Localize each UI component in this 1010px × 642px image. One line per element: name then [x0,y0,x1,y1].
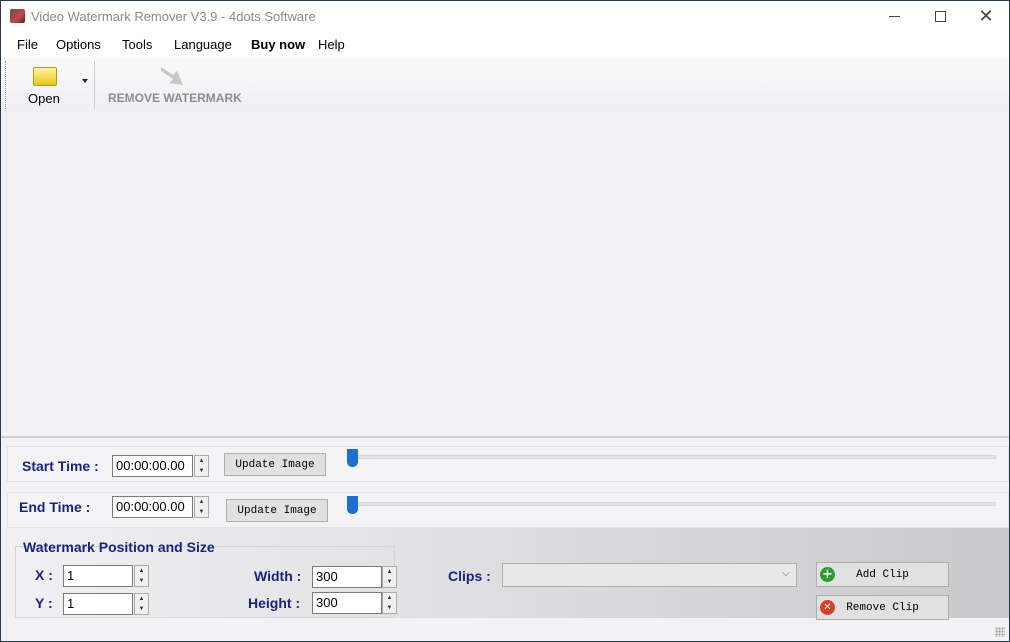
remove-clip-button[interactable]: ✕ Remove Clip [816,595,949,620]
end-update-image-button[interactable]: Update Image [226,499,328,522]
watermark-group-title: Watermark Position and Size [23,539,215,555]
remove-watermark-label: REMOVE WATERMARK [108,91,242,105]
video-preview-area [1,113,1009,438]
close-icon: ✕ [978,6,994,26]
start-time-row: Start Time : 00:00:00.00 ▲ ▼ Update Image [7,446,1009,482]
close-button[interactable]: ✕ [963,1,1009,32]
maximize-button[interactable] [917,1,963,32]
x-label: X : [35,567,53,583]
x-input[interactable]: 1 [63,565,133,587]
folder-icon [33,67,57,86]
y-input[interactable]: 1 [63,593,133,615]
window-title: Video Watermark Remover V3.9 - 4dots Sof… [31,9,316,24]
menu-options[interactable]: Options [56,37,101,52]
open-label: Open [28,91,60,106]
height-spinner[interactable]: ▲ ▼ [382,592,397,614]
clips-dropdown[interactable]: ⌵ [502,563,797,587]
start-update-image-button[interactable]: Update Image [224,453,326,476]
menu-buy-now[interactable]: Buy now [251,37,305,52]
start-time-spinner[interactable]: ▲ ▼ [194,455,209,477]
menu-tools[interactable]: Tools [122,37,152,52]
end-time-slider-track[interactable] [348,502,996,506]
y-label: Y : [35,595,53,611]
title-bar: Video Watermark Remover V3.9 - 4dots Sof… [1,1,1009,32]
open-dropdown-arrow-icon[interactable] [82,79,88,86]
minimize-icon [888,16,900,17]
plus-icon: + [820,567,835,582]
add-clip-button[interactable]: + Add Clip [816,562,949,587]
start-time-input[interactable]: 00:00:00.00 [112,455,193,477]
toolbar-separator [94,61,95,109]
end-time-spinner[interactable]: ▲ ▼ [194,496,209,518]
start-time-label: Start Time : [22,458,99,474]
menu-help[interactable]: Help [318,37,345,52]
remove-watermark-button[interactable]: REMOVE WATERMARK [105,63,242,109]
maximize-icon [934,11,946,22]
add-clip-label: Add Clip [856,568,909,581]
x-spinner[interactable]: ▲ ▼ [134,565,149,587]
menu-language[interactable]: Language [174,37,232,52]
end-time-input[interactable]: 00:00:00.00 [112,496,193,518]
minimize-button[interactable] [871,1,917,32]
end-time-slider-thumb[interactable] [347,496,358,514]
open-button[interactable]: Open [21,61,69,109]
remove-clip-label: Remove Clip [846,601,919,614]
width-spinner[interactable]: ▲ ▼ [382,566,397,588]
height-input[interactable]: 300 [312,592,382,614]
arrow-icon [161,67,183,85]
width-input[interactable]: 300 [312,566,382,588]
remove-icon: ✕ [820,600,835,615]
menu-file[interactable]: File [17,37,38,52]
clips-label: Clips : [448,568,491,584]
toolbar: Open REMOVE WATERMARK [1,57,1009,113]
app-icon [10,9,25,23]
toolbar-grip [5,61,6,109]
y-spinner[interactable]: ▲ ▼ [134,593,149,615]
start-time-slider-thumb[interactable] [347,449,358,467]
width-label: Width : [254,568,302,584]
chevron-down-icon: ⌵ [781,567,790,579]
end-time-label: End Time : [19,499,91,515]
end-time-row: End Time : 00:00:00.00 ▲ ▼ Update Image [7,492,1009,528]
start-time-slider-track[interactable] [348,455,996,459]
menu-bar: File Options Tools Language Buy now Help [1,32,1009,57]
resize-grip[interactable] [995,627,1005,637]
height-label: Height : [248,595,301,611]
